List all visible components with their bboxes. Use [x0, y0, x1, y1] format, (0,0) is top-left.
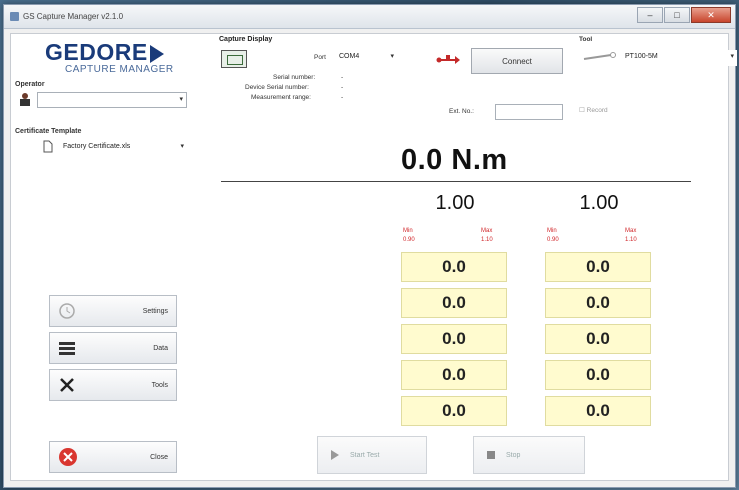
gedore-logo: GEDORE CAPTURE MANAGER: [45, 40, 195, 75]
measurement-range-value: -: [341, 94, 344, 101]
chevron-down-icon: ▾: [730, 53, 734, 60]
column-1-cell: 0.0: [401, 360, 507, 390]
chevron-down-icon: ▾: [179, 96, 183, 103]
column-2-max-value: 1.10: [625, 237, 637, 243]
column-1-max-label: Max: [481, 228, 493, 234]
settings-button[interactable]: Settings: [49, 295, 177, 327]
stop-icon: [487, 451, 495, 459]
data-button[interactable]: Data: [49, 332, 177, 364]
usb-icon: [436, 55, 460, 64]
user-icon: [20, 93, 30, 106]
device-icon: [221, 50, 247, 68]
close-button[interactable]: Close: [49, 441, 177, 473]
column-2-cell: 0.0: [545, 252, 651, 282]
column-1-cell: 0.0: [401, 396, 507, 426]
column-2-max-label: Max: [625, 228, 637, 234]
serial-number-value: -: [341, 74, 344, 81]
measurement-range-label: Measurement range:: [251, 94, 311, 101]
column-2-min-value: 0.90: [547, 237, 559, 243]
chevron-down-icon: ▾: [180, 143, 184, 150]
close-window-button[interactable]: ✕: [691, 7, 731, 23]
title-bar: GS Capture Manager v2.1.0 – □ ✕: [4, 5, 735, 29]
column-1-target: 1.00: [435, 192, 475, 214]
tools-icon: [60, 378, 74, 392]
divider: [221, 181, 691, 182]
play-icon: [331, 450, 339, 460]
column-2-target: 1.00: [579, 192, 619, 214]
column-1-min-value: 0.90: [403, 237, 415, 243]
start-test-button[interactable]: Start Test: [317, 436, 427, 474]
window-title: GS Capture Manager v2.1.0: [23, 12, 124, 21]
torque-reading: 0.0 N.m: [401, 144, 508, 176]
brand-subtitle: CAPTURE MANAGER: [65, 64, 174, 75]
capture-display-title: Capture Display: [219, 36, 273, 43]
app-window: GS Capture Manager v2.1.0 – □ ✕ GEDORE C…: [3, 4, 737, 488]
column-2-cell: 0.0: [545, 396, 651, 426]
stop-button[interactable]: Stop: [473, 436, 585, 474]
ext-no-input[interactable]: [495, 104, 563, 120]
column-2-min-label: Min: [547, 228, 557, 234]
maximize-button[interactable]: □: [664, 7, 690, 23]
list-icon: [59, 342, 75, 355]
device-serial-label: Device Serial number:: [245, 84, 309, 91]
port-select[interactable]: COM4 ▾: [335, 50, 397, 66]
record-checkbox[interactable]: ☐ Record: [579, 106, 608, 114]
chevron-down-icon: ▾: [390, 53, 394, 60]
ext-no-label: Ext. No.:: [449, 108, 474, 115]
device-serial-value: -: [341, 84, 344, 91]
serial-number-label: Serial number:: [273, 74, 316, 81]
column-1-max-value: 1.10: [481, 237, 493, 243]
column-2-cell: 0.0: [545, 360, 651, 390]
document-icon: [43, 140, 53, 153]
tool-label: Tool: [579, 36, 593, 43]
column-2-cell: 0.0: [545, 288, 651, 318]
port-label: Port: [314, 54, 326, 61]
column-1-min-label: Min: [403, 228, 413, 234]
tool-select[interactable]: PT100-5M ▾: [621, 50, 737, 66]
close-icon: [59, 448, 77, 466]
column-1-cell: 0.0: [401, 252, 507, 282]
column-1-cell: 0.0: [401, 324, 507, 354]
operator-select[interactable]: ▾: [37, 92, 187, 108]
connect-button[interactable]: Connect: [471, 48, 563, 74]
main-panel: GEDORE CAPTURE MANAGER Operator ▾ Certif…: [10, 33, 737, 481]
wrench-icon: [583, 52, 616, 60]
brand-name: GEDORE: [45, 39, 148, 65]
column-2-cell: 0.0: [545, 324, 651, 354]
certificate-label: Certificate Template: [15, 128, 82, 135]
tools-button[interactable]: Tools: [49, 369, 177, 401]
app-icon: [10, 12, 19, 21]
minimize-button[interactable]: –: [637, 7, 663, 23]
column-1-cell: 0.0: [401, 288, 507, 318]
certificate-select[interactable]: Factory Certificate.xls ▾: [59, 140, 187, 156]
clock-icon: [59, 303, 75, 319]
operator-label: Operator: [15, 81, 45, 88]
